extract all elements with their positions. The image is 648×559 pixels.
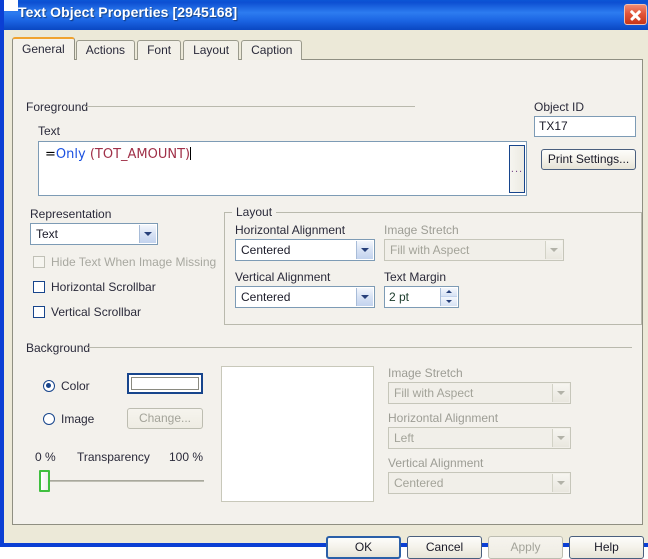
background-color-radio-row[interactable]: Color — [43, 379, 90, 393]
tab-actions[interactable]: Actions — [75, 40, 136, 60]
background-image-stretch-value: Fill with Aspect — [394, 386, 474, 400]
background-horizontal-alignment-label: Horizontal Alignment — [388, 411, 499, 425]
stepper-down-icon[interactable] — [441, 297, 457, 306]
object-id-input[interactable]: TX17 — [534, 116, 636, 137]
layout-vertical-alignment-value: Centered — [241, 290, 291, 304]
transparency-slider-thumb[interactable] — [39, 470, 50, 492]
object-id-label: Object ID — [534, 100, 585, 114]
hide-text-checkbox — [33, 256, 45, 268]
tab-panel-general: Foreground Text =Only (TOT_AMOUNT) ... R… — [12, 59, 643, 525]
representation-label: Representation — [30, 207, 112, 221]
background-image-radio[interactable] — [43, 413, 55, 425]
foreground-divider — [85, 106, 415, 107]
layout-horizontal-alignment-select[interactable]: Centered — [235, 239, 375, 261]
tab-bar: General Actions Font Layout Caption — [12, 37, 304, 60]
chevron-down-icon[interactable] — [356, 241, 373, 259]
hide-text-label: Hide Text When Image Missing — [51, 255, 217, 269]
layout-vertical-alignment-label: Vertical Alignment — [235, 270, 331, 284]
chevron-down-icon — [552, 474, 569, 492]
chevron-down-icon[interactable] — [356, 288, 373, 306]
representation-select[interactable]: Text — [30, 223, 158, 245]
background-vertical-alignment-value: Centered — [394, 476, 444, 490]
background-image-label: Image — [61, 412, 95, 426]
ellipsis-icon: ... — [510, 163, 524, 175]
print-settings-button[interactable]: Print Settings... — [541, 149, 636, 170]
horizontal-scrollbar-checkbox-row[interactable]: Horizontal Scrollbar — [33, 280, 156, 294]
layout-horizontal-alignment-value: Centered — [241, 243, 291, 257]
horizontal-scrollbar-label: Horizontal Scrollbar — [51, 280, 156, 294]
text-expand-button[interactable]: ... — [509, 145, 525, 193]
horizontal-scrollbar-checkbox[interactable] — [33, 281, 45, 293]
layout-image-stretch-select: Fill with Aspect — [384, 239, 564, 261]
tab-font[interactable]: Font — [137, 40, 182, 60]
tab-caption[interactable]: Caption — [241, 40, 303, 60]
chevron-down-icon — [552, 429, 569, 447]
help-button[interactable]: Help — [569, 536, 644, 559]
transparency-label: Transparency — [77, 450, 150, 464]
text-margin-stepper[interactable]: 2 pt — [384, 286, 459, 308]
background-image-stretch-label: Image Stretch — [388, 366, 463, 380]
text-input-value: =Only (TOT_AMOUNT) — [45, 147, 192, 162]
background-image-stretch-select: Fill with Aspect — [388, 382, 571, 404]
layout-vertical-alignment-select[interactable]: Centered — [235, 286, 375, 308]
vertical-scrollbar-checkbox[interactable] — [33, 306, 45, 318]
text-token-equals: = — [45, 147, 56, 162]
text-token-function: Only — [55, 147, 86, 162]
background-section-label: Background — [26, 341, 91, 355]
background-vertical-alignment-select: Centered — [388, 472, 571, 494]
stepper-up-icon[interactable] — [441, 288, 457, 297]
window-icon — [4, 0, 18, 11]
layout-horizontal-alignment-label: Horizontal Alignment — [235, 223, 346, 237]
background-vertical-alignment-label: Vertical Alignment — [388, 456, 484, 470]
chevron-down-icon[interactable] — [139, 225, 156, 243]
hide-text-checkbox-row: Hide Text When Image Missing — [33, 255, 216, 269]
dialog-client: General Actions Font Layout Caption Fore… — [8, 30, 648, 559]
dialog-window: Text Object Properties [2945168] General… — [0, 0, 648, 559]
layout-group-label: Layout — [232, 205, 277, 219]
layout-image-stretch-value: Fill with Aspect — [390, 243, 470, 257]
transparency-min-label: 0 % — [35, 450, 56, 464]
background-color-swatch[interactable] — [127, 373, 203, 394]
foreground-section-label: Foreground — [26, 100, 89, 114]
background-color-radio[interactable] — [43, 380, 55, 392]
vertical-scrollbar-checkbox-row[interactable]: Vertical Scrollbar — [33, 305, 141, 319]
layout-image-stretch-label: Image Stretch — [384, 223, 459, 237]
chevron-down-icon — [545, 241, 562, 259]
chevron-down-icon — [552, 384, 569, 402]
text-margin-value: 2 pt — [389, 290, 410, 304]
transparency-max-label: 100 % — [169, 450, 204, 464]
transparency-slider-track[interactable] — [39, 480, 204, 482]
text-caret — [190, 147, 192, 160]
text-field-label: Text — [38, 124, 61, 138]
ok-button[interactable]: OK — [326, 536, 401, 559]
title-bar: Text Object Properties [2945168] — [4, 0, 648, 30]
window-title: Text Object Properties [2945168] — [18, 4, 238, 20]
tab-general[interactable]: General — [12, 37, 75, 60]
close-icon[interactable] — [624, 4, 647, 25]
text-margin-label: Text Margin — [384, 270, 447, 284]
cancel-button[interactable]: Cancel — [407, 536, 482, 559]
tab-layout[interactable]: Layout — [183, 40, 240, 60]
representation-value: Text — [36, 227, 59, 241]
background-color-swatch-inner — [131, 377, 199, 390]
background-divider — [87, 347, 632, 348]
background-image-radio-row[interactable]: Image — [43, 412, 94, 426]
background-image-preview — [221, 366, 374, 502]
background-horizontal-alignment-select: Left — [388, 427, 571, 449]
apply-button: Apply — [488, 536, 563, 559]
stepper-buttons[interactable] — [440, 288, 457, 306]
background-color-label: Color — [61, 379, 90, 393]
text-token-argument: (TOT_AMOUNT) — [85, 147, 191, 162]
background-change-button: Change... — [127, 408, 203, 429]
background-horizontal-alignment-value: Left — [394, 431, 415, 445]
vertical-scrollbar-label: Vertical Scrollbar — [51, 305, 142, 319]
text-input[interactable]: =Only (TOT_AMOUNT) ... — [38, 141, 527, 196]
